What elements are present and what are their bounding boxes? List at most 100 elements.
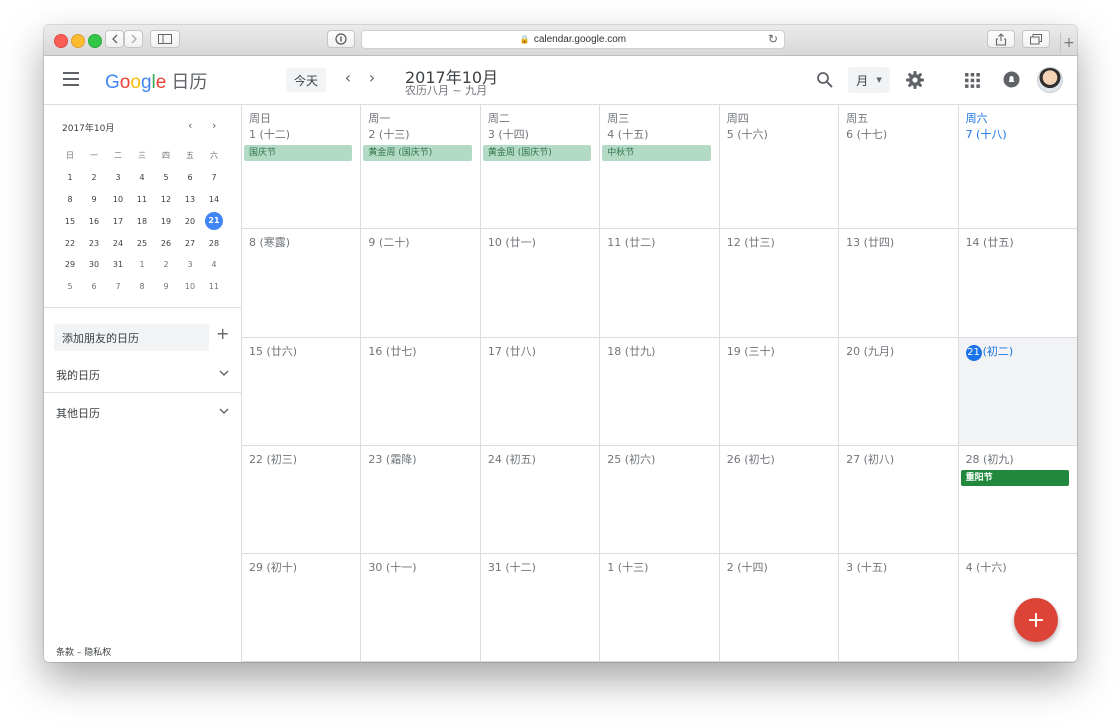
- mini-day[interactable]: 22: [58, 239, 82, 248]
- date-label[interactable]: 14 (廿五): [966, 234, 1014, 250]
- day-cell[interactable]: 29 (初十): [241, 554, 361, 662]
- date-label[interactable]: 1 (十二): [249, 126, 290, 142]
- mini-day[interactable]: 26: [154, 239, 178, 248]
- mini-day[interactable]: 1: [130, 260, 154, 269]
- mini-next-month-button[interactable]: ›: [212, 119, 216, 132]
- date-label[interactable]: 3 (十五): [846, 559, 887, 575]
- mini-day[interactable]: 7: [202, 173, 226, 182]
- mini-day[interactable]: 19: [154, 217, 178, 226]
- day-cell[interactable]: 19 (三十): [718, 338, 839, 446]
- tabs-overview-button[interactable]: [1022, 30, 1050, 48]
- date-label[interactable]: 5 (十六): [727, 126, 768, 142]
- date-label[interactable]: 26 (初七): [727, 451, 775, 467]
- mini-day[interactable]: 20: [178, 217, 202, 226]
- date-label[interactable]: 23 (霜降): [368, 451, 416, 467]
- mini-day[interactable]: 12: [154, 195, 178, 204]
- day-cell[interactable]: 27 (初八): [838, 446, 958, 554]
- mini-prev-month-button[interactable]: ‹: [188, 119, 192, 132]
- chevron-down-icon[interactable]: [219, 370, 229, 377]
- sidebar-toggle-button[interactable]: [150, 30, 180, 48]
- holiday-chip[interactable]: 黄金周 (国庆节): [482, 145, 592, 161]
- new-tab-button[interactable]: +: [1060, 33, 1077, 53]
- mini-day[interactable]: 9: [82, 195, 106, 204]
- day-cell[interactable]: 周六 7 (十八): [957, 105, 1077, 229]
- mini-day[interactable]: 8: [130, 282, 154, 291]
- mini-day[interactable]: 24: [106, 239, 130, 248]
- day-cell[interactable]: 周一 2 (十三) 黄金周 (国庆节): [360, 105, 480, 229]
- day-cell[interactable]: 26 (初七): [718, 446, 839, 554]
- mini-day[interactable]: 4: [130, 173, 154, 182]
- mini-day[interactable]: 2: [82, 173, 106, 182]
- day-cell[interactable]: 10 (廿一): [479, 229, 600, 338]
- day-cell[interactable]: 9 (二十): [360, 229, 480, 338]
- date-label[interactable]: 12 (廿三): [727, 234, 775, 250]
- day-cell[interactable]: 周四 5 (十六): [718, 105, 839, 229]
- terms-privacy-link[interactable]: 条款 – 隐私权: [56, 645, 111, 658]
- day-cell[interactable]: 14 (廿五): [957, 229, 1077, 338]
- holiday-chip[interactable]: 黄金周 (国庆节): [363, 145, 472, 161]
- mini-day[interactable]: 5: [154, 173, 178, 182]
- date-label[interactable]: 8 (寒露): [249, 234, 290, 250]
- date-label[interactable]: 18 (廿九): [607, 343, 655, 359]
- mini-day[interactable]: 27: [178, 239, 202, 248]
- day-cell[interactable]: 11 (廿二): [599, 229, 719, 338]
- date-label[interactable]: 9 (二十): [368, 234, 409, 250]
- day-cell[interactable]: 25 (初六): [599, 446, 719, 554]
- mini-day[interactable]: 31: [106, 260, 130, 269]
- mini-day[interactable]: 25: [130, 239, 154, 248]
- date-label[interactable]: 4 (十六): [966, 559, 1007, 575]
- date-label[interactable]: 2 (十三): [368, 126, 409, 142]
- day-cell[interactable]: 22 (初三): [241, 446, 361, 554]
- mini-day[interactable]: 1: [58, 173, 82, 182]
- mini-day[interactable]: 23: [82, 239, 106, 248]
- mini-day[interactable]: 6: [178, 173, 202, 182]
- date-label[interactable]: 2 (十四): [727, 559, 768, 575]
- mini-day[interactable]: 9: [154, 282, 178, 291]
- share-button[interactable]: [987, 30, 1015, 48]
- date-label[interactable]: 3 (十四): [488, 126, 529, 142]
- event-chip[interactable]: 重阳节: [960, 470, 1069, 486]
- date-label[interactable]: 4 (十五): [607, 126, 648, 142]
- mini-day[interactable]: 7: [106, 282, 130, 291]
- day-cell[interactable]: 周五 6 (十七): [838, 105, 958, 229]
- search-icon[interactable]: [816, 71, 834, 89]
- holiday-chip[interactable]: 国庆节: [244, 145, 353, 161]
- mini-day[interactable]: 29: [58, 260, 82, 269]
- day-cell[interactable]: 17 (廿八): [479, 338, 600, 446]
- day-cell[interactable]: 周二 3 (十四) 黄金周 (国庆节): [479, 105, 600, 229]
- day-cell[interactable]: 15 (廿六): [241, 338, 361, 446]
- mini-day[interactable]: 16: [82, 217, 106, 226]
- date-label[interactable]: 30 (十一): [368, 559, 416, 575]
- mini-day[interactable]: 11: [130, 195, 154, 204]
- notifications-icon[interactable]: [1003, 71, 1020, 88]
- google-calendar-logo[interactable]: Google 日历: [105, 68, 207, 94]
- mini-day[interactable]: 2: [154, 260, 178, 269]
- date-label[interactable]: 28 (初九): [966, 451, 1014, 467]
- zoom-window-button[interactable]: [88, 34, 102, 48]
- day-cell[interactable]: 21 (初二): [957, 338, 1077, 446]
- mini-day[interactable]: 5: [58, 282, 82, 291]
- day-cell[interactable]: 周日 1 (十二) 国庆节: [241, 105, 361, 229]
- browser-back-button[interactable]: [105, 30, 124, 48]
- date-label[interactable]: 1 (十三): [607, 559, 648, 575]
- mini-day[interactable]: 10: [106, 195, 130, 204]
- address-bar[interactable]: 🔒 calendar.google.com ↻: [361, 30, 785, 49]
- day-cell[interactable]: 3 (十五): [838, 554, 958, 662]
- day-cell[interactable]: 30 (十一): [360, 554, 480, 662]
- mini-day[interactable]: 28: [202, 239, 226, 248]
- date-label[interactable]: 20 (九月): [846, 343, 894, 359]
- day-cell[interactable]: 20 (九月): [838, 338, 958, 446]
- add-calendar-plus-button[interactable]: +: [216, 324, 229, 343]
- reload-icon[interactable]: ↻: [768, 32, 778, 46]
- holiday-chip[interactable]: 中秋节: [602, 145, 711, 161]
- mini-day[interactable]: 6: [82, 282, 106, 291]
- day-cell[interactable]: 12 (廿三): [718, 229, 839, 338]
- today-date-marker[interactable]: 21: [965, 345, 982, 361]
- date-label[interactable]: 29 (初十): [249, 559, 297, 575]
- day-cell[interactable]: 8 (寒露): [241, 229, 361, 338]
- day-cell[interactable]: 31 (十二): [479, 554, 600, 662]
- mini-day[interactable]: 4: [202, 260, 226, 269]
- day-cell[interactable]: 周三 4 (十五) 中秋节: [599, 105, 719, 229]
- next-month-button[interactable]: ›: [365, 68, 379, 87]
- apps-grid-icon[interactable]: [965, 73, 980, 88]
